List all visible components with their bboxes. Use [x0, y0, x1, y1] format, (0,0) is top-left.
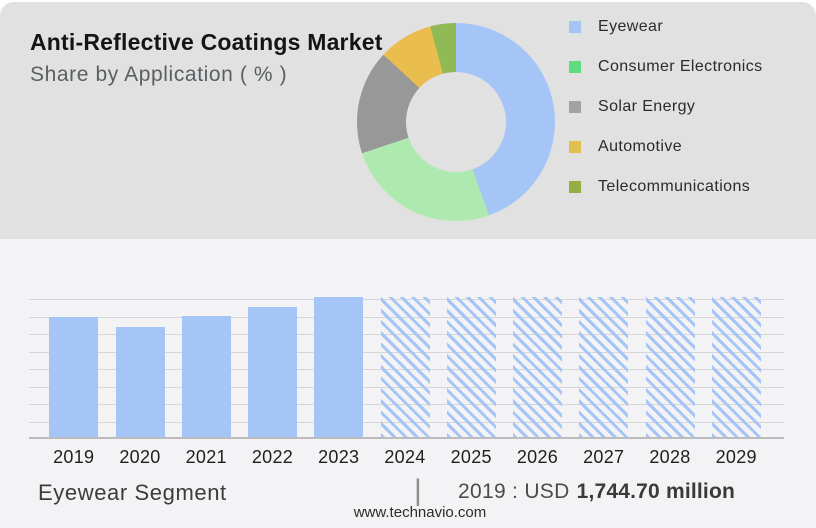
- year-label: 2026: [516, 447, 559, 467]
- legend-label: Automotive: [598, 138, 683, 155]
- legend-label: Solar Energy: [598, 98, 696, 115]
- value-prefix: 2019 : USD: [458, 480, 570, 503]
- value-bold: 1,744.70 million: [576, 480, 736, 503]
- x-axis-labels: 2019 2020 2021 2022 2023 2024 2025 2026 2027 2028…: [29, 447, 784, 471]
- website-text: www.technavio.com: [353, 504, 487, 521]
- bar-plot: [29, 297, 784, 439]
- year-label: 2028: [649, 447, 691, 467]
- bar-2026: [513, 297, 562, 437]
- donut-hole: [406, 72, 506, 172]
- legend-swatch-icon: [569, 141, 581, 153]
- bar-2023: [314, 297, 364, 437]
- infographic: Anti-Reflective Coatings Market Share by…: [0, 0, 816, 528]
- legend-item: Automotive: [569, 127, 763, 167]
- legend-item: Solar Energy: [569, 87, 763, 127]
- year-label: 2025: [450, 447, 492, 467]
- bottom-panel: 2019 2020 2021 2022 2023 2024 2025 2026 2027 2028…: [0, 239, 816, 528]
- legend-swatch-icon: [569, 61, 581, 73]
- year-label: 2023: [318, 447, 360, 467]
- legend-label: Consumer Electronics: [598, 58, 763, 75]
- top-panel: Anti-Reflective Coatings Market Share by…: [0, 2, 816, 239]
- legend-label: Telecommunications: [598, 178, 751, 195]
- legend-swatch-icon: [569, 21, 581, 33]
- legend-item: Consumer Electronics: [569, 47, 763, 87]
- donut-chart: [357, 23, 555, 221]
- year-label: 2020: [119, 447, 161, 467]
- value-text: 2019 : USD 1,744.70 million: [458, 480, 735, 504]
- year-label: 2024: [384, 447, 426, 467]
- legend-item: Telecommunications: [569, 167, 763, 207]
- bar-2027: [579, 297, 629, 437]
- segment-label: Eyewear Segment: [38, 480, 227, 505]
- bar-2022: [248, 307, 297, 437]
- chart-title: Anti-Reflective Coatings Market: [30, 29, 383, 55]
- year-label: 2021: [185, 447, 227, 467]
- year-label: 2022: [251, 447, 294, 467]
- bar-2025: [446, 297, 496, 437]
- legend-swatch-icon: [569, 181, 581, 193]
- legend-swatch-icon: [569, 101, 581, 113]
- bar-2024: [380, 297, 430, 437]
- bar-2019: [49, 317, 99, 437]
- year-label: 2029: [715, 447, 757, 467]
- legend-label: Eyewear: [598, 18, 664, 35]
- legend-item: Eyewear: [569, 7, 763, 47]
- year-label: 2027: [583, 447, 625, 467]
- pie-legend: Eyewear Consumer Electronics Solar Energy A…: [569, 7, 763, 207]
- year-label: 2019: [53, 447, 95, 467]
- bar-2028: [645, 297, 695, 437]
- chart-subtitle: Share by Application ( % ): [30, 63, 288, 86]
- footer-divider: |: [414, 474, 422, 507]
- bar-2020: [115, 327, 165, 437]
- bar-2021: [181, 316, 231, 437]
- bar-2029: [711, 297, 761, 437]
